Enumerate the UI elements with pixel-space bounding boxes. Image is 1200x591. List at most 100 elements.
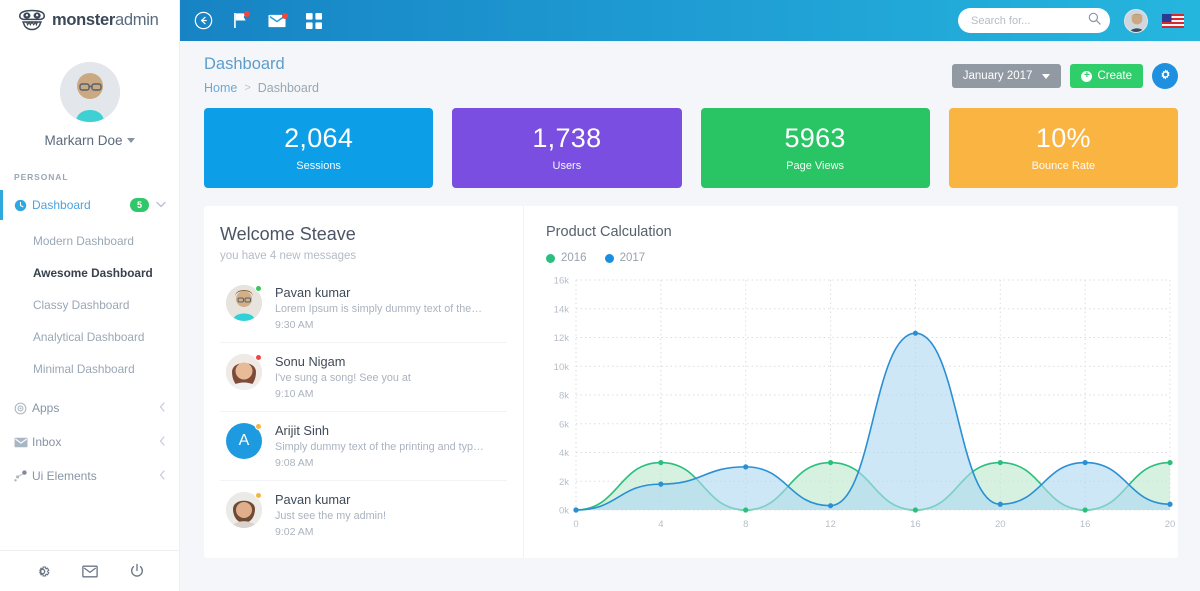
svg-text:14k: 14k [554, 304, 570, 315]
sidebar: monsteradmin Markarn Doe PERSONAL Dashbo… [0, 0, 180, 591]
gear-icon[interactable] [34, 563, 51, 580]
sidebar-item-label: Ui Elements [32, 469, 97, 483]
sidebar-profile[interactable]: Markarn Doe [0, 40, 179, 154]
svg-text:10k: 10k [554, 362, 570, 373]
date-range-dropdown[interactable]: January 2017 [951, 64, 1062, 88]
sidebar-subitem-minimal-dashboard[interactable]: Minimal Dashboard [0, 353, 179, 385]
topbar-icon-group [194, 11, 322, 30]
sidebar-submenu-dashboard: Modern Dashboard Awesome Dashboard Class… [0, 222, 179, 391]
legend-item-2016[interactable]: 2016 [546, 252, 587, 264]
settings-button[interactable] [1152, 63, 1178, 89]
create-button-label: Create [1097, 70, 1132, 82]
sidebar-item-ui-elements[interactable]: Ui Elements [0, 459, 179, 493]
avatar[interactable] [59, 62, 120, 122]
message-body: Sonu Nigam I've sung a song! See you at … [275, 354, 411, 400]
svg-text:2k: 2k [559, 477, 569, 488]
page-title: Dashboard [204, 55, 285, 73]
page-header: Dashboard Home > Dashboard January 2017 … [204, 55, 1178, 95]
svg-text:8: 8 [743, 519, 748, 530]
chart-legend: 2016 2017 [546, 252, 1160, 264]
welcome-title: Welcome Steave [220, 224, 356, 244]
brand-logo-link[interactable]: monsteradmin [0, 0, 179, 40]
sidebar-subitem-analytical-dashboard[interactable]: Analytical Dashboard [0, 321, 179, 353]
stat-card-bounce-rate[interactable]: 10% Bounce Rate [948, 108, 1178, 188]
stat-value: 2,064 [284, 122, 354, 153]
notification-dot [244, 11, 250, 17]
stat-value: 5963 [784, 122, 846, 153]
chevron-left-icon[interactable] [159, 401, 166, 415]
legend-swatch [546, 253, 555, 263]
main-area: Dashboard Home > Dashboard January 2017 … [180, 0, 1200, 591]
date-range-label: January 2017 [962, 70, 1033, 82]
breadcrumb-home[interactable]: Home [204, 81, 237, 95]
message-avatar-wrap [226, 354, 262, 390]
search-input[interactable] [971, 14, 1088, 27]
legend-swatch [604, 253, 614, 263]
status-badge [255, 285, 262, 292]
legend-item-2017[interactable]: 2017 [604, 252, 645, 264]
sidebar-badge-count: 5 [129, 197, 149, 213]
message-sender: Pavan kumar [275, 492, 351, 507]
page-header-left: Dashboard Home > Dashboard [204, 55, 319, 95]
sidebar-subitem-modern-dashboard[interactable]: Modern Dashboard [0, 225, 179, 257]
status-badge [255, 354, 262, 361]
area-chart[interactable]: 0k 2k 4k 6k 8k 10k 12k 14k 16k 0 4 8 12 16 20 16 20 [546, 274, 1176, 536]
chevron-down-icon[interactable] [156, 200, 166, 211]
message-sender: Sonu Nigam [275, 354, 346, 369]
sidebar-item-label: Inbox [32, 435, 62, 449]
message-body: Pavan kumar Just see the my admin! 9:02 … [275, 492, 386, 538]
grid-apps-icon[interactable] [306, 12, 322, 29]
status-badge [255, 492, 262, 499]
chart-title: Product Calculation [546, 224, 672, 240]
message-preview: I've sung a song! See you at [275, 372, 411, 384]
message-avatar-wrap [226, 492, 262, 528]
list-item[interactable]: Sonu Nigam I've sung a song! See you at … [220, 343, 507, 412]
monster-face-icon [17, 9, 47, 31]
page-content: Dashboard Home > Dashboard January 2017 … [180, 41, 1200, 591]
list-item[interactable]: A Arijit Sinh Simply dummy text of the p… [220, 412, 507, 481]
sidebar-item-label: Dashboard [32, 198, 91, 212]
svg-text:12: 12 [825, 519, 836, 530]
chevron-left-icon[interactable] [159, 469, 166, 483]
legend-label: 2016 [561, 252, 587, 264]
avatar[interactable] [1124, 8, 1148, 33]
collapse-back-icon[interactable] [194, 11, 213, 30]
caret-down-icon [1042, 73, 1051, 79]
list-item[interactable]: Pavan kumar Just see the my admin! 9:02 … [220, 481, 507, 549]
svg-text:12k: 12k [554, 333, 570, 344]
chevron-left-icon[interactable] [159, 435, 166, 449]
search-icon[interactable] [1088, 12, 1101, 30]
dashboard-panels: Welcome Steave you have 4 new messages P… [204, 206, 1178, 558]
stat-card-sessions[interactable]: 2,064 Sessions [204, 108, 434, 188]
stat-card-page-views[interactable]: 5963 Page Views [700, 108, 930, 188]
envelope-icon[interactable] [82, 565, 98, 578]
sidebar-item-label: Apps [32, 401, 60, 415]
stat-card-users[interactable]: 1,738 Users [452, 108, 682, 188]
list-item[interactable]: Pavan kumar Lorem Ipsum is simply dummy … [220, 274, 507, 343]
plus-circle-icon: + [1081, 70, 1093, 82]
gear-icon [1159, 68, 1172, 84]
envelope-icon[interactable] [268, 12, 288, 28]
sidebar-section-label: PERSONAL [14, 172, 69, 182]
create-button[interactable]: + Create [1070, 64, 1143, 88]
svg-text:0k: 0k [559, 506, 569, 517]
message-body: Pavan kumar Lorem Ipsum is simply dummy … [275, 285, 485, 331]
message-avatar-wrap: A [226, 423, 262, 459]
stat-label: Sessions [296, 160, 341, 173]
power-icon[interactable] [129, 563, 145, 579]
us-flag-icon[interactable] [1162, 13, 1184, 28]
sidebar-item-dashboard[interactable]: Dashboard 5 [0, 188, 179, 222]
message-preview: Lorem Ipsum is simply dummy text of the … [275, 303, 485, 315]
search-box[interactable] [958, 8, 1110, 33]
sidebar-subitem-classy-dashboard[interactable]: Classy Dashboard [0, 289, 179, 321]
sidebar-item-inbox[interactable]: Inbox [0, 425, 179, 459]
profile-name[interactable]: Markarn Doe [0, 133, 179, 148]
flag-icon[interactable] [233, 11, 250, 29]
breadcrumb: Home > Dashboard [204, 81, 319, 95]
chart-canvas: 0k 2k 4k 6k 8k 10k 12k 14k 16k 0 4 8 12 16 20 16 20 [554, 276, 1176, 531]
caret-down-icon [126, 138, 135, 143]
svg-text:4: 4 [658, 519, 663, 530]
sidebar-item-apps[interactable]: Apps [0, 391, 179, 425]
sidebar-subitem-awesome-dashboard[interactable]: Awesome Dashboard [0, 257, 179, 289]
svg-text:8k: 8k [559, 391, 569, 402]
